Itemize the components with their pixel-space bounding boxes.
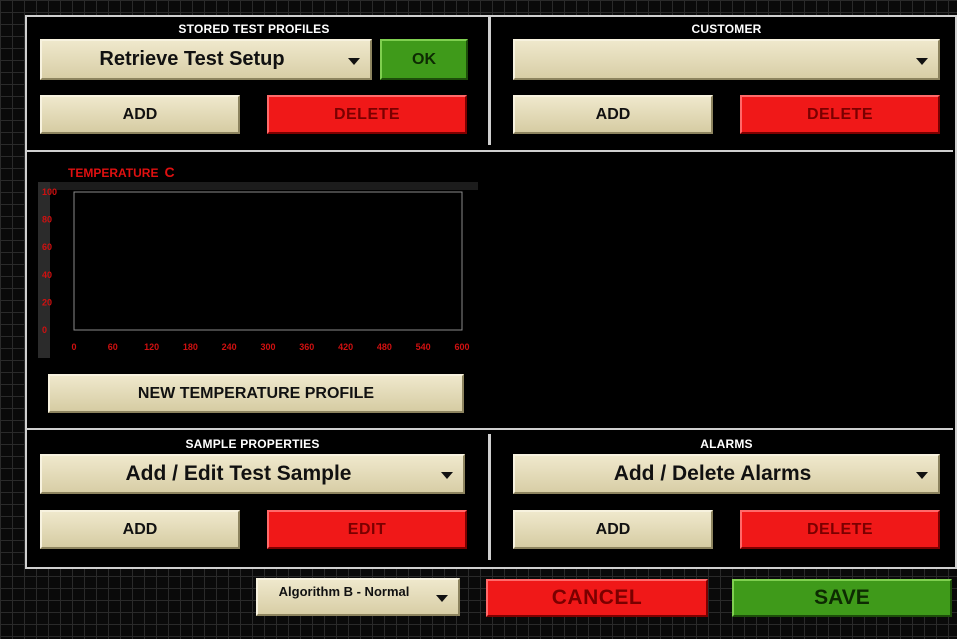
x-tick-label: 120	[144, 342, 159, 352]
save-button[interactable]: SAVE	[732, 579, 952, 617]
bottom-divider-vertical	[488, 434, 491, 560]
y-tick-label: 60	[42, 242, 52, 252]
y-tick-label: 100	[42, 187, 57, 197]
x-tick-label: 600	[454, 342, 469, 352]
algorithm-dropdown-value: Algorithm B - Normal	[278, 584, 410, 599]
chevron-down-icon	[916, 472, 928, 479]
chart-plot-area	[73, 191, 463, 331]
chart-top-bevel	[50, 182, 478, 190]
y-tick-label: 20	[42, 297, 52, 307]
top-divider-vertical	[488, 17, 491, 145]
stored-profiles-dropdown[interactable]: Retrieve Test Setup	[40, 39, 372, 80]
sample-edit-button[interactable]: EDIT	[267, 510, 467, 549]
alarms-add-button[interactable]: ADD	[513, 510, 713, 549]
top-divider-horizontal	[27, 150, 953, 152]
alarms-delete-button[interactable]: DELETE	[740, 510, 940, 549]
chevron-down-icon	[916, 57, 928, 65]
temperature-chart: 0 20 40 60 80 100 0 60 120 180 240 300 360 420 480 540 6…	[38, 182, 478, 358]
profile-add-button[interactable]: ADD	[40, 95, 240, 134]
alarms-dropdown[interactable]: Add / Delete Alarms	[513, 454, 940, 494]
x-tick-label: 240	[222, 342, 237, 352]
chevron-down-icon	[436, 595, 448, 602]
x-tick-label: 540	[416, 342, 431, 352]
stored-profiles-title: STORED TEST PROFILES	[178, 22, 330, 36]
temperature-chart-title: TEMPERATURE C	[68, 164, 175, 180]
sample-properties-dropdown-value: Add / Edit Test Sample	[125, 462, 352, 485]
x-tick-label: 60	[108, 342, 118, 352]
alarms-title: ALARMS	[700, 437, 753, 451]
customer-delete-button[interactable]: DELETE	[740, 95, 940, 134]
chevron-down-icon	[441, 472, 453, 479]
customer-dropdown-value	[515, 41, 910, 78]
bottom-divider-horizontal	[27, 428, 953, 430]
chevron-down-icon	[348, 57, 360, 65]
profile-delete-button[interactable]: DELETE	[267, 95, 467, 134]
x-tick-label: 480	[377, 342, 392, 352]
temperature-title-text: TEMPERATURE	[68, 166, 159, 180]
sample-properties-title: SAMPLE PROPERTIES	[185, 437, 320, 451]
x-tick-label: 360	[299, 342, 314, 352]
y-tick-label: 0	[42, 325, 47, 335]
temperature-unit: C	[164, 164, 175, 180]
cancel-button[interactable]: CANCEL	[486, 579, 708, 617]
algorithm-dropdown[interactable]: Algorithm B - Normal	[256, 578, 460, 616]
customer-title: CUSTOMER	[691, 22, 762, 36]
new-temperature-profile-button[interactable]: NEW TEMPERATURE PROFILE	[48, 374, 464, 413]
customer-dropdown[interactable]	[513, 39, 940, 80]
sample-properties-dropdown[interactable]: Add / Edit Test Sample	[40, 454, 465, 494]
y-tick-label: 40	[42, 270, 52, 280]
x-tick-label: 180	[183, 342, 198, 352]
customer-add-button[interactable]: ADD	[513, 95, 713, 134]
sample-add-button[interactable]: ADD	[40, 510, 240, 549]
x-tick-label: 0	[71, 342, 76, 352]
x-tick-label: 420	[338, 342, 353, 352]
alarms-dropdown-value: Add / Delete Alarms	[613, 462, 812, 485]
stored-profiles-dropdown-value: Retrieve Test Setup	[99, 48, 285, 70]
y-tick-label: 80	[42, 215, 52, 225]
x-tick-label: 300	[260, 342, 275, 352]
ok-button[interactable]: OK	[380, 39, 468, 80]
